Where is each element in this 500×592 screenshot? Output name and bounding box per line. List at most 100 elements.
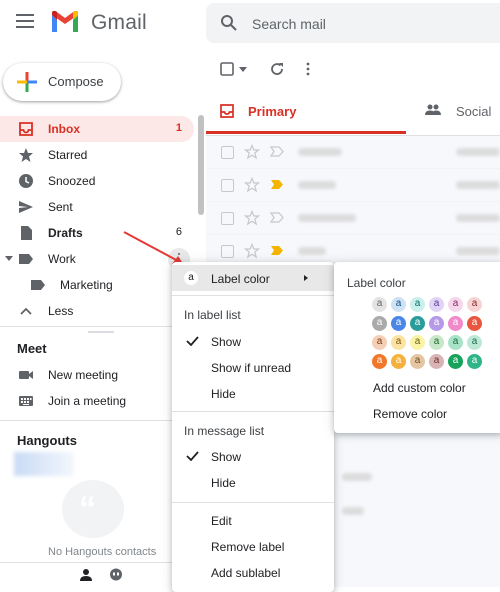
row-sender	[298, 148, 342, 156]
table-row[interactable]	[206, 169, 500, 202]
divider	[0, 420, 195, 421]
row-blur	[342, 473, 372, 481]
importance-marker-icon[interactable]	[270, 212, 284, 223]
join-meeting-item[interactable]: Join a meeting	[0, 388, 194, 414]
color-swatch[interactable]: a	[448, 354, 463, 369]
table-row[interactable]	[206, 136, 500, 169]
sidebar-item-inbox[interactable]: Inbox 1	[0, 116, 194, 142]
color-swatch[interactable]: a	[410, 297, 425, 312]
sidebar-item-sent[interactable]: Sent	[0, 194, 194, 220]
color-swatch[interactable]: a	[467, 335, 482, 350]
color-swatch[interactable]: a	[429, 335, 444, 350]
sidebar-item-label: Less	[48, 304, 74, 318]
sidebar-scrollbar[interactable]	[198, 115, 204, 215]
message-list-show-item[interactable]: Show	[172, 443, 334, 469]
color-swatch[interactable]: a	[410, 354, 425, 369]
color-swatch[interactable]: a	[391, 316, 406, 331]
importance-marker-icon[interactable]	[270, 245, 284, 256]
color-swatch[interactable]: a	[391, 354, 406, 369]
star-icon[interactable]	[244, 210, 260, 226]
send-icon	[19, 201, 33, 213]
hangouts-section-title: Hangouts	[17, 433, 77, 448]
color-swatch[interactable]: a	[448, 316, 463, 331]
option-label: Show if unread	[211, 361, 292, 375]
star-icon[interactable]	[244, 243, 260, 259]
hangouts-chat-icon[interactable]	[109, 568, 123, 582]
hangouts-empty-icon: “	[62, 480, 124, 538]
label-context-menu: a Label color In label list Show Show if…	[172, 262, 334, 592]
color-swatch[interactable]: a	[372, 335, 387, 350]
label-color-item[interactable]: a Label color	[172, 265, 334, 291]
search-input[interactable]: Search mail	[252, 16, 326, 32]
color-swatch[interactable]: a	[448, 335, 463, 350]
option-label: Edit	[211, 514, 232, 528]
color-swatch[interactable]: a	[467, 297, 482, 312]
sidebar-item-label: Work	[48, 252, 76, 266]
color-swatch[interactable]: a	[429, 354, 444, 369]
search-icon[interactable]	[220, 14, 238, 32]
row-checkbox[interactable]	[221, 245, 234, 258]
label-list-show-if-unread-item[interactable]: Show if unread	[172, 354, 334, 380]
importance-marker-icon[interactable]	[270, 146, 284, 157]
sidebar-item-label: Starred	[48, 148, 88, 162]
label-icon	[31, 280, 45, 290]
row-checkbox[interactable]	[221, 146, 234, 159]
label-list-show-item[interactable]: Show	[172, 328, 334, 354]
edit-label-item[interactable]: Edit	[172, 507, 334, 533]
tab-social[interactable]: Social	[456, 104, 491, 119]
search-bar[interactable]	[206, 3, 500, 43]
add-sublabel-item[interactable]: Add sublabel	[172, 559, 334, 585]
color-swatch[interactable]: a	[410, 335, 425, 350]
tab-primary[interactable]: Primary	[248, 104, 296, 119]
no-contacts-text: No Hangouts contacts	[48, 546, 157, 558]
color-swatch[interactable]: a	[372, 297, 387, 312]
sidebar-item-snoozed[interactable]: Snoozed	[0, 168, 194, 194]
importance-marker-icon[interactable]	[270, 179, 284, 190]
compose-button[interactable]: Compose	[3, 63, 121, 101]
color-swatch-grid: aaaaaaaaaaaaaaaaaaaaaaaa	[372, 297, 490, 373]
color-swatch[interactable]: a	[467, 354, 482, 369]
label-list-hide-item[interactable]: Hide	[172, 380, 334, 406]
table-row[interactable]	[206, 202, 500, 235]
caret-down-icon[interactable]	[5, 256, 13, 262]
more-options-icon[interactable]	[306, 62, 310, 76]
sidebar-item-label: Snoozed	[48, 174, 96, 188]
remove-color-item[interactable]: Remove color	[373, 407, 447, 421]
color-swatch[interactable]: a	[467, 316, 482, 331]
divider	[0, 562, 195, 563]
plus-icon	[17, 72, 37, 92]
select-all-checkbox[interactable]	[220, 62, 234, 76]
star-icon[interactable]	[244, 144, 260, 160]
color-swatch[interactable]: a	[429, 316, 444, 331]
gmail-logo-icon[interactable]	[50, 10, 80, 34]
color-swatch[interactable]: a	[372, 316, 387, 331]
message-list-background	[334, 433, 500, 587]
color-swatch[interactable]: a	[429, 297, 444, 312]
sidebar-item-less[interactable]: Less	[0, 298, 194, 324]
star-icon	[19, 148, 33, 162]
color-swatch[interactable]: a	[391, 335, 406, 350]
main-menu-icon[interactable]	[16, 14, 34, 28]
color-swatch[interactable]: a	[410, 316, 425, 331]
add-custom-color-item[interactable]: Add custom color	[373, 381, 466, 395]
sidebar-item-starred[interactable]: Starred	[0, 142, 194, 168]
color-swatch[interactable]: a	[372, 354, 387, 369]
divider	[172, 411, 334, 412]
row-checkbox[interactable]	[221, 212, 234, 225]
resize-handle[interactable]	[88, 331, 114, 333]
color-swatch[interactable]: a	[448, 297, 463, 312]
new-meeting-item[interactable]: New meeting	[0, 362, 194, 388]
refresh-icon[interactable]	[269, 61, 285, 77]
color-swatch[interactable]: a	[391, 297, 406, 312]
row-checkbox[interactable]	[221, 179, 234, 192]
remove-label-item[interactable]: Remove label	[172, 533, 334, 559]
label-color-submenu: Label color aaaaaaaaaaaaaaaaaaaaaaaa Add…	[334, 262, 500, 433]
sidebar-item-marketing[interactable]: Marketing	[0, 272, 194, 298]
hangouts-user[interactable]	[14, 452, 74, 476]
message-list-hide-item[interactable]: Hide	[172, 469, 334, 495]
person-icon[interactable]	[79, 568, 93, 582]
caret-down-icon[interactable]	[239, 67, 247, 72]
checkmark-icon	[186, 451, 199, 461]
star-icon[interactable]	[244, 177, 260, 193]
in-label-list-heading: In label list	[184, 308, 241, 322]
